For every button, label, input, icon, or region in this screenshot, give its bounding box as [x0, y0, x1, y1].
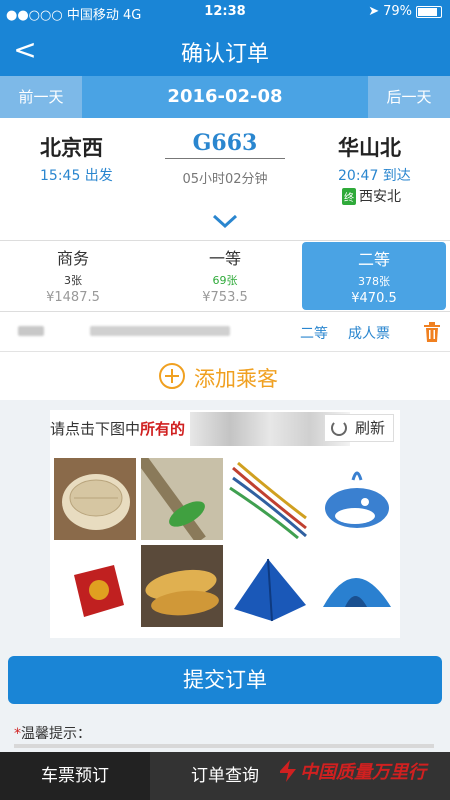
location-icon: ➤	[368, 4, 380, 19]
seat-option-second[interactable]: 二等 378张 ¥470.5	[302, 242, 446, 310]
captcha-prompt-text: 请点击下图中	[50, 420, 141, 438]
seat-price: ¥1487.5	[46, 290, 100, 305]
train-info-panel: 北京西 15:45 出发 G663 05小时02分钟 华山北 20:47 到达 …	[0, 118, 450, 240]
status-bar: ●●○○○ 中国移动 4G 12:38 ➤ 79%	[0, 0, 450, 24]
trash-icon[interactable]	[423, 322, 441, 342]
route-arrow	[165, 158, 285, 159]
seat-name: 二等	[357, 250, 390, 269]
chevron-down-icon[interactable]	[212, 213, 238, 229]
captcha-tile-steamer[interactable]	[54, 458, 136, 540]
captcha-tile-ropes[interactable]	[228, 458, 310, 540]
terminal-name: 西安北	[359, 189, 401, 205]
departure-station: 北京西	[40, 136, 103, 160]
travel-date[interactable]: 2016-02-08	[82, 76, 368, 118]
nav-bar: < 确认订单	[0, 24, 450, 76]
captcha-tile-fried-dough[interactable]	[141, 545, 223, 627]
date-bar: 前一天 2016-02-08 后一天	[0, 76, 450, 118]
seat-class-selector: 商务 3张 ¥1487.5 一等 69张 ¥753.5 二等 378张 ¥470…	[0, 240, 450, 312]
seat-price: ¥753.5	[202, 290, 248, 305]
tip-label: 温馨提示：	[21, 726, 91, 742]
passenger-ticket-type[interactable]: 成人票	[348, 323, 390, 343]
passenger-id-redacted	[90, 326, 230, 336]
seat-count: 69张	[212, 274, 238, 287]
captcha-tile-tent[interactable]	[228, 545, 310, 627]
captcha-prompt: 请点击下图中所有的	[50, 418, 185, 439]
seat-name: 商务	[56, 249, 89, 268]
seat-price: ¥470.5	[351, 291, 397, 306]
prev-day-button[interactable]: 前一天	[0, 76, 82, 118]
tab-ticket-booking[interactable]: 车票预订	[0, 752, 150, 800]
tip-heading: *温馨提示：	[14, 723, 91, 743]
captcha-tile-whale[interactable]	[315, 458, 397, 540]
train-number: G663	[192, 130, 258, 156]
page-title: 确认订单	[180, 42, 269, 67]
captcha-prompt-highlight: 所有的	[140, 420, 186, 438]
terminal-tag: 终	[342, 187, 356, 205]
add-circle-icon[interactable]	[158, 362, 186, 390]
trip-duration: 05小时02分钟	[182, 172, 268, 187]
captcha-refresh-button[interactable]: 刷新	[324, 414, 394, 442]
svg-text:中国质量万里行: 中国质量万里行	[300, 762, 429, 783]
battery-percent: 79%	[383, 4, 412, 19]
captcha-tile-feather-duster[interactable]	[141, 458, 223, 540]
seat-option-business[interactable]: 商务 3张 ¥1487.5	[0, 241, 146, 311]
passenger-name-redacted	[18, 326, 44, 336]
seat-count: 3张	[64, 274, 82, 287]
arrival-station: 华山北	[338, 136, 401, 160]
seat-name: 一等	[208, 249, 241, 268]
passenger-row[interactable]: 二等 成人票	[0, 312, 450, 352]
seat-option-first[interactable]: 一等 69张 ¥753.5	[152, 241, 298, 311]
seat-count: 378张	[358, 275, 390, 288]
status-right: ➤ 79%	[368, 4, 442, 19]
captcha-tile-red-ornament[interactable]	[54, 545, 136, 627]
arrival-time: 20:47 到达	[338, 168, 411, 184]
refresh-label: 刷新	[354, 419, 385, 437]
add-passenger-row[interactable]: 添加乘客	[0, 352, 450, 400]
refresh-icon	[331, 420, 347, 436]
battery-icon	[416, 5, 442, 18]
departure-time: 15:45 出发	[40, 168, 113, 184]
tip-star: *	[14, 726, 21, 742]
passenger-seat-class[interactable]: 二等	[300, 323, 328, 343]
next-day-button[interactable]: 后一天	[368, 76, 450, 118]
terminal-station: 终 西安北	[342, 186, 401, 206]
captcha-tile-tent-2[interactable]	[315, 545, 397, 627]
submit-order-button[interactable]: 提交订单	[8, 656, 442, 704]
tip-text-obscured	[14, 744, 434, 748]
captcha-panel: 请点击下图中所有的 刷新	[50, 410, 400, 638]
add-passenger-button[interactable]: 添加乘客	[194, 363, 278, 393]
watermark-logo: 中国质量万里行	[280, 760, 429, 783]
